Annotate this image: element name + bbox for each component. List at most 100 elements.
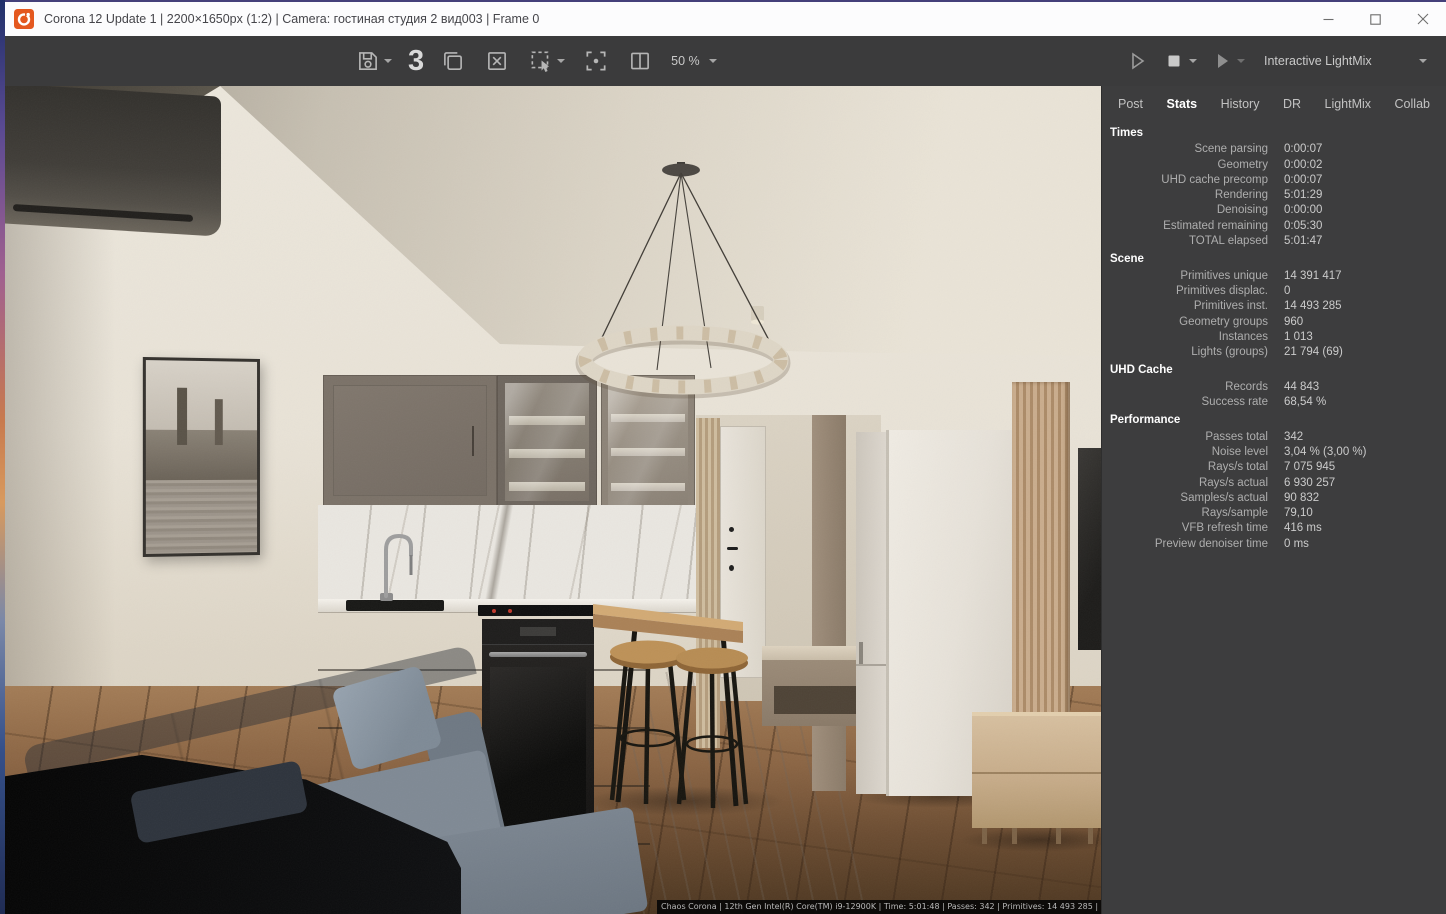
stat-value: 960	[1284, 315, 1304, 328]
scene-slat-strip	[696, 418, 720, 748]
scene-left-wall-shade	[5, 206, 135, 766]
history-count: 3	[408, 44, 425, 77]
stats-panel: Post Stats History DR LightMix Collab Times Sc…	[1101, 86, 1446, 914]
stat-row: Preview denoiser time 0 ms	[1108, 537, 1446, 552]
scene-sink	[346, 600, 444, 611]
stat-row: Primitives unique 14 391 417	[1108, 269, 1446, 284]
stat-value: 21 794 (69)	[1284, 346, 1343, 359]
stat-label: Denoising	[1216, 204, 1268, 217]
stat-value: 90 832	[1284, 491, 1320, 504]
stat-row: Geometry groups 960	[1108, 315, 1446, 330]
duplicate-button[interactable]	[438, 46, 468, 76]
stop-render-button[interactable]	[1160, 47, 1199, 75]
corona-logo-icon	[14, 9, 34, 29]
stat-label: TOTAL elapsed	[1188, 235, 1268, 248]
stats-section-title: Scene	[1110, 253, 1144, 266]
window-title: Corona 12 Update 1 | 2200×1650px (1:2) |…	[44, 12, 540, 26]
stat-value: 5:01:29	[1284, 189, 1323, 202]
scene-fridge	[856, 432, 886, 794]
stat-row: Records 44 843	[1108, 380, 1446, 395]
zoom-dropdown-caret[interactable]	[708, 59, 717, 63]
render-viewport[interactable]: Chaos Corona | 12th Gen Intel(R) Core(TM…	[5, 86, 1101, 914]
stat-label: Passes total	[1205, 430, 1268, 443]
stat-value: 0 ms	[1284, 537, 1309, 550]
resume-render-button[interactable]	[1208, 47, 1247, 75]
tab-stats[interactable]: Stats	[1167, 97, 1198, 111]
stat-value: 5:01:47	[1284, 235, 1323, 248]
stat-row: Primitives displac. 0	[1108, 284, 1446, 299]
stat-row: Lights (groups) 21 794 (69)	[1108, 345, 1446, 360]
stat-row: Scene parsing 0:00:07	[1108, 142, 1446, 157]
stat-value: 1 013	[1284, 330, 1313, 343]
scene-bench-niche	[774, 686, 860, 714]
stop-dropdown-caret[interactable]	[1189, 59, 1197, 63]
stat-label: UHD cache precomp	[1161, 173, 1268, 186]
scene-tv-console	[972, 712, 1101, 844]
scene-wall-art	[142, 356, 260, 558]
stat-row: Rays/sample 79,10	[1108, 506, 1446, 521]
stat-row: TOTAL elapsed 5:01:47	[1108, 234, 1446, 249]
minimize-button[interactable]	[1305, 2, 1352, 36]
stat-value: 0:00:02	[1284, 158, 1323, 171]
stat-row: Samples/s actual 90 832	[1108, 491, 1446, 506]
lightmix-dropdown-caret[interactable]	[1419, 59, 1427, 63]
focus-region-button[interactable]	[581, 46, 611, 76]
toolbar: 3 50 % Interactive LightMix	[5, 36, 1446, 86]
render-watermark: Chaos Corona | 12th Gen Intel(R) Core(TM…	[657, 900, 1101, 914]
stat-value: 6 930 257	[1284, 476, 1336, 489]
region-dropdown-caret[interactable]	[557, 59, 566, 63]
stat-label: Preview denoiser time	[1154, 537, 1268, 550]
zoom-select[interactable]: 50 %	[669, 52, 719, 70]
save-button[interactable]	[353, 46, 394, 76]
main-area: Chaos Corona | 12th Gen Intel(R) Core(TM…	[5, 86, 1446, 914]
stat-value: 14 493 285	[1284, 300, 1342, 313]
stat-row: Geometry 0:00:02	[1108, 158, 1446, 173]
resume-dropdown-caret[interactable]	[1237, 59, 1245, 63]
panel-tabs: Post Stats History DR LightMix Collab	[1102, 86, 1446, 120]
window-controls	[1305, 2, 1446, 36]
stat-label: Rays/sample	[1201, 507, 1268, 520]
stat-row: Denoising 0:00:00	[1108, 203, 1446, 218]
tab-collab[interactable]: Collab	[1395, 97, 1430, 111]
maximize-button[interactable]	[1352, 2, 1399, 36]
stat-row: Passes total 342	[1108, 430, 1446, 445]
save-dropdown-caret[interactable]	[384, 59, 392, 63]
ab-compare-button[interactable]	[625, 46, 655, 76]
stat-label: Instances	[1218, 330, 1268, 343]
stats-section-title: Times	[1110, 127, 1144, 139]
lightmix-mode-label[interactable]: Interactive LightMix	[1264, 54, 1372, 68]
stat-row: Primitives inst. 14 493 285	[1108, 299, 1446, 314]
clear-button[interactable]	[482, 46, 512, 76]
scene-hall-pillar	[812, 415, 846, 791]
stat-value: 3,04 % (3,00 %)	[1284, 445, 1367, 458]
scene-marble-backsplash	[318, 505, 700, 601]
stat-value: 0:00:07	[1284, 173, 1323, 186]
stat-value: 7 075 945	[1284, 461, 1336, 474]
stat-label: Geometry	[1217, 158, 1269, 171]
stat-row: UHD cache precomp 0:00:07	[1108, 173, 1446, 188]
tab-history[interactable]: History	[1221, 97, 1260, 111]
tab-post[interactable]: Post	[1118, 97, 1143, 111]
zoom-level: 50 %	[671, 54, 700, 68]
stat-row: Instances 1 013	[1108, 330, 1446, 345]
stat-value: 0:05:30	[1284, 219, 1323, 232]
start-interactive-button[interactable]	[1123, 47, 1151, 75]
stat-row: Success rate 68,54 %	[1108, 395, 1446, 410]
stat-value: 44 843	[1284, 380, 1320, 393]
stat-label: Rendering	[1214, 189, 1268, 202]
stat-label: Primitives displac.	[1175, 284, 1268, 297]
close-button[interactable]	[1399, 2, 1446, 36]
stat-row: Rays/s total 7 075 945	[1108, 460, 1446, 475]
stat-label: Estimated remaining	[1163, 219, 1268, 232]
scene-air-conditioner	[5, 86, 221, 237]
stat-value: 0:00:00	[1284, 204, 1323, 217]
stat-label: VFB refresh time	[1181, 522, 1268, 535]
stat-value: 0:00:07	[1284, 143, 1323, 156]
scene-tv	[1078, 448, 1101, 650]
scene-glass-cabinet	[497, 375, 597, 509]
region-select-button[interactable]	[526, 46, 567, 76]
titlebar: Corona 12 Update 1 | 2200×1650px (1:2) |…	[5, 2, 1446, 36]
tab-lightmix[interactable]: LightMix	[1325, 97, 1372, 111]
tab-dr[interactable]: DR	[1283, 97, 1301, 111]
stat-value: 0	[1284, 284, 1291, 297]
